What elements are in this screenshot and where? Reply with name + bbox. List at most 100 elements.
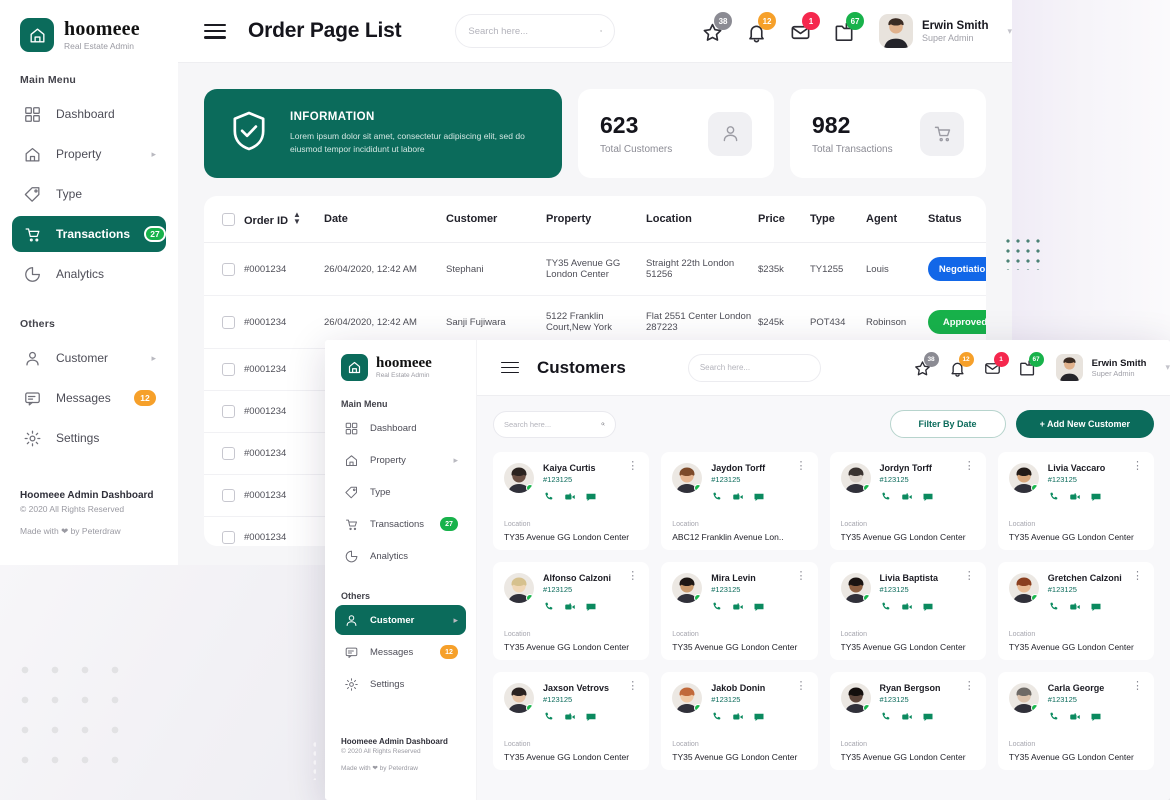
sidebar-item-dashboard[interactable]: Dashboard (12, 96, 166, 132)
sidebar-item-customer[interactable]: Customer ▸ (335, 605, 466, 635)
phone-icon[interactable] (711, 600, 723, 618)
bell-icon-button[interactable]: 12 (743, 12, 777, 44)
phone-icon[interactable] (880, 710, 892, 728)
row-select-cell[interactable] (204, 295, 244, 350)
column-location[interactable]: Location (646, 196, 758, 244)
video-icon[interactable] (1069, 710, 1081, 728)
customer-card[interactable]: Jakob Donin #123125 ⋮ Location TY35 Aven… (661, 672, 818, 770)
video-icon[interactable] (901, 710, 913, 728)
brand-logo[interactable]: hoomeee Real Estate Admin (0, 0, 178, 52)
video-icon[interactable] (564, 710, 576, 728)
chat-icon[interactable] (753, 490, 765, 508)
chat-icon[interactable] (753, 710, 765, 728)
card-menu-icon[interactable]: ⋮ (796, 681, 807, 691)
filter-by-date-button[interactable]: Filter By Date (889, 410, 1006, 438)
modal-search-box[interactable] (687, 353, 821, 382)
phone-icon[interactable] (543, 600, 555, 618)
customer-card[interactable]: Jaydon Torff #123125 ⋮ Location ABC12 Fr… (661, 452, 818, 550)
folder-icon-button[interactable]: 67 (1017, 352, 1044, 378)
row-select-cell[interactable] (204, 242, 244, 297)
phone-icon[interactable] (1048, 600, 1060, 618)
sidebar-item-property[interactable]: Property ▸ (335, 445, 466, 475)
search-input[interactable] (468, 25, 601, 37)
card-menu-icon[interactable]: ⋮ (964, 571, 975, 581)
row-checkbox[interactable] (222, 489, 235, 503)
mail-icon-button[interactable]: 1 (787, 12, 821, 44)
chat-icon[interactable] (922, 710, 934, 728)
menu-toggle-icon[interactable] (204, 23, 226, 39)
customer-card[interactable]: Livia Baptista #123125 ⋮ Location TY35 A… (829, 562, 986, 660)
column-order-id[interactable]: Order ID▲ ▼ (244, 196, 324, 244)
card-menu-icon[interactable]: ⋮ (964, 461, 975, 471)
video-icon[interactable] (732, 600, 744, 618)
column-date[interactable]: Date (324, 196, 446, 244)
sidebar-item-messages[interactable]: Messages 12 (12, 380, 166, 416)
modal-brand-logo[interactable]: hoomeee Real Estate Admin (325, 340, 476, 381)
customer-card[interactable]: Jaxson Vetrovs #123125 ⋮ Location TY35 A… (493, 672, 650, 770)
chat-icon[interactable] (1090, 600, 1102, 618)
sidebar-item-property[interactable]: Property ▸ (12, 136, 166, 172)
column-agent[interactable]: Agent (866, 196, 928, 244)
sidebar-item-dashboard[interactable]: Dashboard (335, 413, 466, 443)
card-menu-icon[interactable]: ⋮ (627, 681, 638, 691)
row-checkbox[interactable] (222, 447, 235, 461)
row-select-cell[interactable] (204, 516, 244, 546)
sort-icon[interactable]: ▲ ▼ (293, 210, 301, 225)
phone-icon[interactable] (880, 490, 892, 508)
phone-icon[interactable] (543, 710, 555, 728)
sidebar-item-transactions[interactable]: Transactions 27 (335, 509, 466, 539)
chevron-right-icon[interactable]: ▸ (151, 353, 156, 364)
sidebar-item-type[interactable]: Type (335, 477, 466, 507)
customer-card[interactable]: Carla George #123125 ⋮ Location TY35 Ave… (997, 672, 1154, 770)
search-icon[interactable] (601, 418, 605, 430)
sidebar-item-settings[interactable]: Settings (12, 420, 166, 456)
chevron-right-icon[interactable]: ▸ (151, 149, 156, 160)
card-menu-icon[interactable]: ⋮ (1132, 461, 1143, 471)
customer-card[interactable]: Livia Vaccaro #123125 ⋮ Location TY35 Av… (997, 452, 1154, 550)
table-row[interactable]: #0001234 26/04/2020, 12:42 AM Stephani T… (204, 242, 986, 297)
video-icon[interactable] (901, 490, 913, 508)
card-menu-icon[interactable]: ⋮ (1132, 571, 1143, 581)
column-price[interactable]: Price (758, 196, 810, 244)
bell-icon-button[interactable]: 12 (947, 352, 974, 378)
sidebar-item-transactions[interactable]: Transactions 27 (12, 216, 167, 252)
phone-icon[interactable] (1048, 710, 1060, 728)
chevron-right-icon[interactable]: ▸ (453, 615, 458, 626)
customer-card[interactable]: Mira Levin #123125 ⋮ Location TY35 Avenu… (661, 562, 818, 660)
row-select-cell[interactable] (204, 474, 244, 518)
customer-card[interactable]: Ryan Bergson #123125 ⋮ Location TY35 Ave… (829, 672, 986, 770)
chat-icon[interactable] (922, 600, 934, 618)
modal-user-menu[interactable]: Erwin Smith Super Admin ▾ (1055, 354, 1170, 381)
chat-icon[interactable] (1090, 710, 1102, 728)
card-menu-icon[interactable]: ⋮ (796, 571, 807, 581)
row-select-cell[interactable] (204, 390, 244, 434)
video-icon[interactable] (732, 490, 744, 508)
mail-icon-button[interactable]: 1 (982, 352, 1009, 378)
column-property[interactable]: Property (546, 196, 646, 244)
chat-icon[interactable] (585, 600, 597, 618)
chat-icon[interactable] (585, 710, 597, 728)
search-box[interactable] (455, 14, 616, 48)
add-new-customer-button[interactable]: + Add New Customer (1015, 410, 1154, 438)
customer-card[interactable]: Kaiya Curtis #123125 ⋮ Location TY35 Ave… (493, 452, 650, 550)
row-checkbox[interactable] (222, 262, 235, 276)
video-icon[interactable] (732, 710, 744, 728)
scroll-indicator[interactable] (312, 740, 316, 780)
user-menu[interactable]: Erwin Smith Super Admin ▾ (879, 14, 1012, 48)
video-icon[interactable] (1069, 600, 1081, 618)
card-menu-icon[interactable]: ⋮ (964, 681, 975, 691)
card-menu-icon[interactable]: ⋮ (627, 571, 638, 581)
row-select-cell[interactable] (204, 348, 244, 392)
chat-icon[interactable] (922, 490, 934, 508)
chat-icon[interactable] (585, 490, 597, 508)
sidebar-item-customer[interactable]: Customer ▸ (12, 340, 166, 376)
column-status[interactable]: Status (928, 196, 986, 244)
customer-card[interactable]: Jordyn Torff #123125 ⋮ Location TY35 Ave… (829, 452, 986, 550)
menu-toggle-icon[interactable] (501, 361, 519, 374)
select-all-header[interactable] (204, 196, 244, 244)
chat-icon[interactable] (753, 600, 765, 618)
customer-card[interactable]: Gretchen Calzoni #123125 ⋮ Location TY35… (997, 562, 1154, 660)
card-menu-icon[interactable]: ⋮ (1132, 681, 1143, 691)
row-checkbox[interactable] (222, 315, 235, 329)
sidebar-item-analytics[interactable]: Analytics (12, 256, 166, 292)
